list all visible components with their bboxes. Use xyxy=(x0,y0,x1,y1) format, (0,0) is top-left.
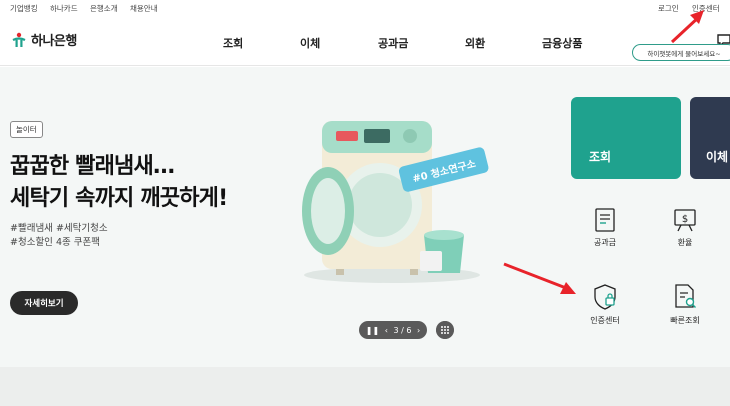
grid-view-icon[interactable] xyxy=(436,321,454,339)
exchange-rate-icon: $ xyxy=(674,209,696,232)
gnb-products[interactable]: 금융상품 xyxy=(542,35,582,51)
quick-icon-fast-inquiry[interactable]: 빠른조회 xyxy=(655,283,715,326)
quick-card-inquiry[interactable]: 조회 xyxy=(571,97,681,179)
pager-current: 3 xyxy=(393,325,399,335)
hana-logo-icon xyxy=(12,32,26,47)
details-button[interactable]: 자세히보기 xyxy=(10,291,78,315)
quick-icon-bills[interactable]: 공과금 xyxy=(575,207,635,248)
util-link-about[interactable]: 은행소개 xyxy=(90,3,118,14)
quick-icon-fast-inquiry-label: 빠른조회 xyxy=(670,316,700,325)
gnb-forex[interactable]: 외환 xyxy=(465,35,485,51)
quick-icon-bills-label: 공과금 xyxy=(593,238,617,247)
gnb-bills[interactable]: 공과금 xyxy=(378,35,408,51)
gnb-transfer[interactable]: 이체 xyxy=(300,35,320,51)
quick-card-transfer[interactable]: 이체 xyxy=(690,97,730,179)
annotation-arrow-icon xyxy=(670,10,704,44)
banner-headline: 꿉꿉한 빨래냄새… 세탁기 속까지 깨끗하게! xyxy=(10,151,228,215)
util-link-card[interactable]: 하나카드 xyxy=(50,3,78,14)
hashtag-line-2: #청소할인 4종 쿠폰팩 xyxy=(10,237,100,248)
hashtag-line-1: #빨래냄새 #세탁기청소 xyxy=(10,223,108,234)
svg-text:$: $ xyxy=(682,214,688,225)
headline-line-1: 꿉꿉한 빨래냄새… xyxy=(10,154,175,179)
gnb-inquiry[interactable]: 조회 xyxy=(223,35,243,51)
util-link-careers[interactable]: 채용안내 xyxy=(130,3,158,14)
logo-text: 하나은행 xyxy=(31,34,77,49)
util-link-corporate[interactable]: 기업뱅킹 xyxy=(10,3,38,14)
quick-icon-cert-center[interactable]: 인증센터 xyxy=(575,283,635,326)
document-search-icon xyxy=(675,284,696,308)
chatbot-tooltip[interactable]: 하이챗봇에게 물어보세요~ xyxy=(632,44,730,61)
annotation-arrow-icon xyxy=(503,262,576,294)
quick-icon-exchange-label: 환율 xyxy=(677,238,693,247)
banner-hashtags: #빨래냄새 #세탁기청소 #청소할인 4종 쿠폰팩 xyxy=(10,222,108,250)
quick-card-inquiry-label: 조회 xyxy=(589,150,612,164)
banner-pager: ❚❚ ‹ 3 / 6 › xyxy=(359,321,427,339)
prev-icon[interactable]: ‹ xyxy=(385,326,388,335)
pause-icon[interactable]: ❚❚ xyxy=(366,326,379,335)
washing-machine-illustration: #0 청소연구소 xyxy=(302,121,489,283)
shield-icon xyxy=(594,284,616,310)
pager-total: 6 xyxy=(406,325,412,335)
utility-bar: 기업뱅킹 하나카드 은행소개 채용안내 로그인 인증센터 xyxy=(0,0,730,14)
bill-icon xyxy=(595,208,615,232)
hana-logo[interactable]: 하나은행 xyxy=(10,30,77,49)
hero-banner: 놀이터 꿉꿉한 빨래냄새… 세탁기 속까지 깨끗하게! #빨래냄새 #세탁기청소… xyxy=(0,67,730,367)
lower-section-band xyxy=(0,367,730,406)
quick-icon-cert-center-label: 인증센터 xyxy=(590,316,620,325)
main-header: 하나은행 조회 이체 공과금 외환 금융상품 xyxy=(0,14,730,66)
headline-line-2: 세탁기 속까지 깨끗하게! xyxy=(10,186,228,211)
next-icon[interactable]: › xyxy=(417,326,420,335)
pager-count: 3 / 6 xyxy=(393,326,411,335)
quick-icon-exchange[interactable]: $ 환율 xyxy=(655,207,715,248)
banner-category-tag: 놀이터 xyxy=(10,121,43,138)
pager-separator: / xyxy=(401,325,404,335)
quick-card-transfer-label: 이체 xyxy=(706,150,729,164)
